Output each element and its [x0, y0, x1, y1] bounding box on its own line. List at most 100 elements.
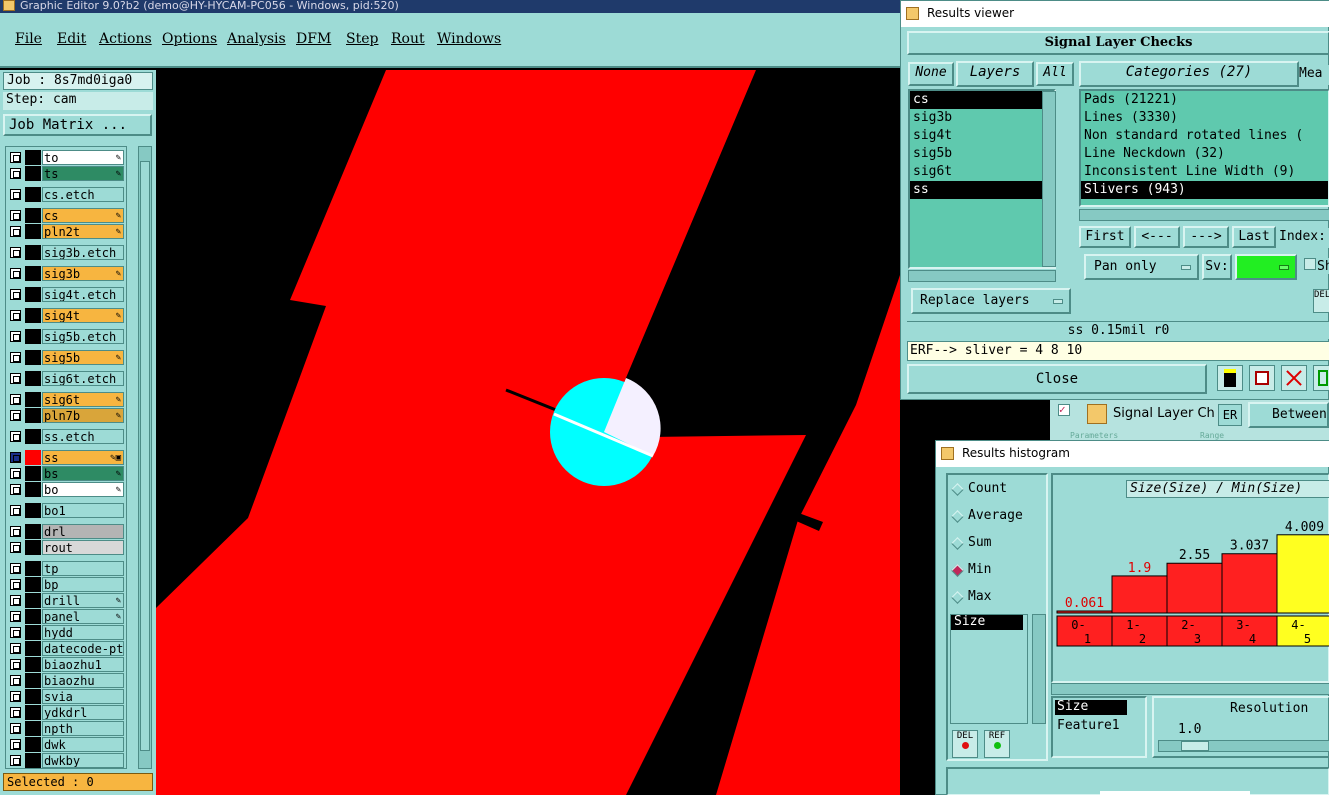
layer-name[interactable]: bo1 [42, 503, 124, 518]
layer-row[interactable]: dwkby [6, 753, 126, 768]
layer-row[interactable]: sig5b ✎ [6, 350, 126, 365]
menu-windows[interactable]: Windows [437, 31, 501, 47]
layer-checkbox[interactable] [10, 659, 21, 670]
dimension-tool-icon[interactable] [1217, 365, 1243, 391]
layer-name[interactable]: ydkdrl [42, 705, 124, 720]
layer-row[interactable]: svia [6, 689, 126, 704]
layer-name[interactable]: biaozhu [42, 673, 124, 688]
layer-row[interactable]: ts ✎ [6, 166, 126, 181]
category-list-item[interactable]: Pads (21221) [1081, 91, 1328, 109]
layer-row[interactable]: dwk [6, 737, 126, 752]
layer-checkbox[interactable] [10, 723, 21, 734]
layer-name[interactable]: sig3b ✎ [42, 266, 124, 281]
layer-checkbox[interactable] [10, 226, 21, 237]
layer-row[interactable]: biaozhu1 [6, 657, 126, 672]
histogram-bar[interactable] [1056, 610, 1113, 614]
layer-color-swatch[interactable] [25, 561, 41, 576]
layer-name[interactable]: biaozhu1 [42, 657, 124, 672]
layer-name[interactable]: ss ✎▣ [42, 450, 124, 465]
secondary-item-size[interactable]: Size [1055, 700, 1127, 715]
last-button[interactable]: Last [1232, 226, 1276, 248]
layer-checkbox[interactable] [10, 595, 21, 606]
layer-row[interactable]: ss ✎▣ [6, 450, 126, 465]
histogram-bar[interactable] [1276, 534, 1329, 614]
measure-item[interactable]: Size [951, 615, 1023, 630]
menu-edit[interactable]: Edit [57, 31, 86, 47]
layer-checkbox[interactable] [10, 310, 21, 321]
layer-row[interactable]: sig4t ✎ [6, 308, 126, 323]
all-button[interactable]: All [1036, 62, 1074, 86]
layer-color-swatch[interactable] [25, 408, 41, 423]
layer-row[interactable]: datecode-ptc [6, 641, 126, 656]
layer-name[interactable]: sig6t.etch [42, 371, 124, 386]
layer-list-item[interactable]: sig6t [910, 163, 1050, 181]
mode-count[interactable]: Count [951, 481, 1007, 496]
layer-row[interactable]: pln2t ✎ [6, 224, 126, 239]
menu-analysis[interactable]: Analysis [227, 31, 286, 47]
layer-row[interactable]: cs ✎ [6, 208, 126, 223]
layer-color-swatch[interactable] [25, 540, 41, 555]
mode-max[interactable]: Max [951, 589, 991, 604]
next-button[interactable]: ---> [1183, 226, 1229, 248]
layer-list-item[interactable]: sig3b [910, 109, 1050, 127]
layer-checkbox[interactable] [10, 755, 21, 766]
layer-name[interactable]: dwkby [42, 753, 124, 768]
menu-step[interactable]: Step [346, 31, 378, 47]
categories-hscroll[interactable] [1079, 209, 1329, 221]
layer-checkbox[interactable] [10, 152, 21, 163]
show-checkbox[interactable] [1304, 258, 1316, 270]
layer-color-swatch[interactable] [25, 208, 41, 223]
chart-hscroll[interactable] [1051, 683, 1329, 695]
layer-color-swatch[interactable] [25, 593, 41, 608]
layer-color-swatch[interactable] [25, 641, 41, 656]
slider-thumb[interactable] [1181, 741, 1209, 751]
layer-name[interactable]: pln7b ✎ [42, 408, 124, 423]
prev-button[interactable]: <--- [1134, 226, 1180, 248]
layer-name[interactable]: sig5b ✎ [42, 350, 124, 365]
layer-checkbox[interactable] [10, 331, 21, 342]
layer-color-swatch[interactable] [25, 350, 41, 365]
layer-color-swatch[interactable] [25, 266, 41, 281]
layer-row[interactable]: rout [6, 540, 126, 555]
layer-color-swatch[interactable] [25, 450, 41, 465]
category-list-item[interactable]: Slivers (943) [1081, 181, 1328, 199]
check-icon[interactable]: ✓ [1058, 404, 1070, 416]
ref-button[interactable]: REF [984, 730, 1010, 758]
layer-color-swatch[interactable] [25, 577, 41, 592]
del-icon-button[interactable]: DEL [1313, 289, 1329, 313]
layer-color-swatch[interactable] [25, 308, 41, 323]
layer-color-swatch[interactable] [25, 245, 41, 260]
layer-color-swatch[interactable] [25, 609, 41, 624]
layer-color-swatch[interactable] [25, 753, 41, 768]
layer-name[interactable]: cs ✎ [42, 208, 124, 223]
layer-list-item[interactable]: sig4t [910, 127, 1050, 145]
layer-row[interactable]: pln7b ✎ [6, 408, 126, 423]
checklist-item-label[interactable]: Signal Layer Ch [1113, 406, 1215, 421]
layer-color-swatch[interactable] [25, 466, 41, 481]
scroll-thumb[interactable] [140, 161, 150, 751]
layer-checkbox[interactable] [10, 210, 21, 221]
layer-checkbox[interactable] [10, 707, 21, 718]
layer-checkbox[interactable] [10, 268, 21, 279]
layer-color-swatch[interactable] [25, 673, 41, 688]
layer-row[interactable]: cs.etch [6, 187, 126, 202]
resolution-slider[interactable] [1158, 740, 1329, 752]
category-list-item[interactable]: Lines (3330) [1081, 109, 1328, 127]
layer-name[interactable]: bs ✎ [42, 466, 124, 481]
layer-name[interactable]: ss.etch [42, 429, 124, 444]
layer-checkbox[interactable] [10, 739, 21, 750]
layer-checkbox[interactable] [10, 168, 21, 179]
layer-checkbox[interactable] [10, 247, 21, 258]
mode-average[interactable]: Average [951, 508, 1023, 523]
layer-row[interactable]: hydd [6, 625, 126, 640]
layer-color-swatch[interactable] [25, 224, 41, 239]
layer-row[interactable]: drl [6, 524, 126, 539]
menu-rout[interactable]: Rout [391, 31, 425, 47]
layer-checkbox[interactable] [10, 611, 21, 622]
layer-checkbox[interactable] [10, 394, 21, 405]
menu-file[interactable]: File [15, 31, 42, 47]
layer-row[interactable]: ss.etch [6, 429, 126, 444]
layer-name[interactable]: bo ✎ [42, 482, 124, 497]
layer-row[interactable]: to ✎ [6, 150, 126, 165]
layer-name[interactable]: svia [42, 689, 124, 704]
